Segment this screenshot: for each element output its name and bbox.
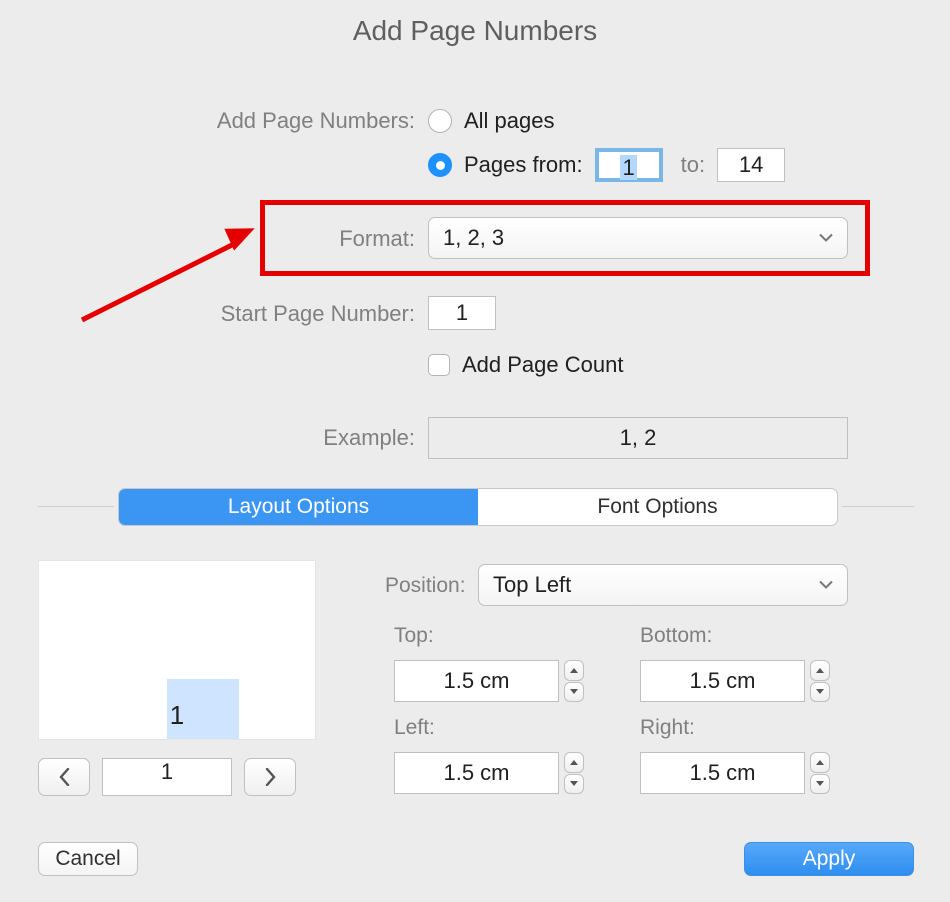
- margin-left-input[interactable]: 1.5 cm: [394, 752, 559, 794]
- tab-divider-left: [38, 506, 114, 507]
- position-label: Position:: [385, 574, 466, 598]
- cancel-button[interactable]: Cancel: [38, 842, 138, 876]
- format-select-value: 1, 2, 3: [443, 225, 504, 251]
- options-tabs: Layout Options Font Options: [118, 488, 838, 526]
- chevron-down-icon: [816, 781, 824, 786]
- chevron-down-icon: [819, 234, 833, 243]
- margin-top-label: Top:: [394, 624, 434, 648]
- margin-top-input[interactable]: 1.5 cm: [394, 660, 559, 702]
- margin-bottom-label: Bottom:: [640, 624, 712, 648]
- all-pages-label: All pages: [464, 108, 555, 134]
- chevron-left-icon: [59, 768, 70, 786]
- margin-bottom-step-down[interactable]: [810, 682, 830, 703]
- chevron-up-icon: [816, 760, 824, 765]
- format-label: Format:: [45, 226, 415, 252]
- chevron-up-icon: [570, 668, 578, 673]
- margin-bottom-step-up[interactable]: [810, 660, 830, 681]
- pages-from-radio[interactable]: [428, 153, 452, 177]
- chevron-right-icon: [265, 768, 276, 786]
- all-pages-radio[interactable]: [428, 109, 452, 133]
- margin-right-step-up[interactable]: [810, 752, 830, 773]
- margin-left-step-up[interactable]: [564, 752, 584, 773]
- preview-page-input[interactable]: 1: [102, 758, 232, 796]
- dialog-title: Add Page Numbers: [0, 15, 950, 47]
- margin-top-step-up[interactable]: [564, 660, 584, 681]
- pages-from-label: Pages from:: [464, 152, 583, 178]
- chevron-down-icon: [819, 581, 833, 590]
- add-page-count-checkbox[interactable]: [428, 354, 450, 376]
- example-label: Example:: [45, 425, 415, 451]
- tab-font-options[interactable]: Font Options: [478, 489, 837, 525]
- chevron-down-icon: [570, 781, 578, 786]
- chevron-up-icon: [570, 760, 578, 765]
- margin-top-step-down[interactable]: [564, 682, 584, 703]
- example-output: 1, 2: [428, 417, 848, 459]
- preview-next-button[interactable]: [244, 758, 296, 796]
- add-page-count-label: Add Page Count: [462, 352, 623, 378]
- pages-from-input[interactable]: 1: [595, 148, 663, 182]
- margin-right-label: Right:: [640, 716, 695, 740]
- chevron-down-icon: [570, 689, 578, 694]
- to-label: to:: [681, 152, 705, 178]
- start-page-number-input[interactable]: 1: [428, 296, 496, 330]
- margin-left-label: Left:: [394, 716, 435, 740]
- margin-bottom-input[interactable]: 1.5 cm: [640, 660, 805, 702]
- tab-layout-options[interactable]: Layout Options: [119, 489, 478, 525]
- margin-right-step-down[interactable]: [810, 774, 830, 795]
- tab-divider-right: [842, 506, 914, 507]
- page-preview: 1: [38, 560, 316, 740]
- format-select[interactable]: 1, 2, 3: [428, 217, 848, 259]
- pages-to-input[interactable]: 14: [717, 148, 785, 182]
- position-select-value: Top Left: [493, 572, 571, 598]
- margin-left-step-down[interactable]: [564, 774, 584, 795]
- margin-right-input[interactable]: 1.5 cm: [640, 752, 805, 794]
- chevron-down-icon: [816, 689, 824, 694]
- position-select[interactable]: Top Left: [478, 564, 848, 606]
- chevron-up-icon: [816, 668, 824, 673]
- page-preview-number: 1: [39, 700, 315, 731]
- apply-button[interactable]: Apply: [744, 842, 914, 876]
- start-page-number-label: Start Page Number:: [45, 301, 415, 327]
- add-page-numbers-label: Add Page Numbers:: [45, 108, 415, 134]
- preview-prev-button[interactable]: [38, 758, 90, 796]
